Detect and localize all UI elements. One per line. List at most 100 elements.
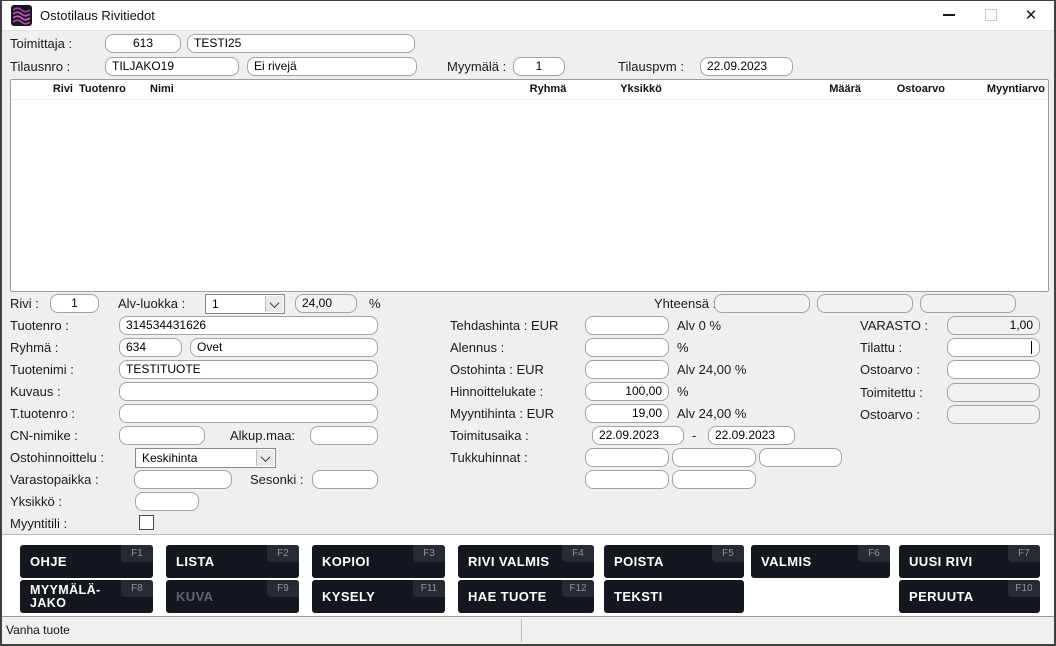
- status-bar-divider: [521, 619, 522, 642]
- sesonki-label: Sesonki :: [250, 470, 303, 489]
- title-bar: Ostotilaus Rivitiedot ✕: [2, 1, 1054, 31]
- tukkuhinta-field-4[interactable]: [585, 470, 669, 489]
- kuva-button: KUVA F9: [166, 580, 299, 613]
- varasto-field: 1,00: [947, 316, 1040, 335]
- kopioi-button[interactable]: KOPIOI F3: [312, 545, 445, 578]
- peruuta-fkey-badge: F10: [1008, 580, 1040, 597]
- tilauspvm-field[interactable]: 22.09.2023: [700, 57, 793, 76]
- yksikko-field[interactable]: [135, 492, 199, 511]
- lista-button[interactable]: LISTA F2: [166, 545, 299, 578]
- uusi-rivi-fkey-badge: F7: [1008, 545, 1040, 562]
- alennus-label: Alennus :: [450, 338, 504, 357]
- alennus-pct-sign: %: [677, 338, 689, 357]
- ostoarvo-tilattu-field[interactable]: [947, 360, 1040, 379]
- rivi-valmis-button-label: RIVI VALMIS: [468, 545, 549, 578]
- myyntihinta-label: Myyntihinta : EUR: [450, 404, 554, 423]
- minimize-button[interactable]: [928, 1, 970, 29]
- col-header-maara: Määrä: [799, 82, 861, 97]
- rivi-valmis-button[interactable]: RIVI VALMIS F4: [458, 545, 594, 578]
- toimittaja-name-field[interactable]: TESTI25: [187, 34, 415, 53]
- varasto-label: VARASTO :: [860, 316, 928, 335]
- tukkuhinta-field-5[interactable]: [672, 470, 756, 489]
- ostohinta-field[interactable]: [585, 360, 669, 379]
- myyntihinta-field[interactable]: 19,00: [585, 404, 669, 423]
- sesonki-field[interactable]: [312, 470, 378, 489]
- tilattu-field[interactable]: [947, 338, 1040, 357]
- tuotenimi-field[interactable]: TESTITUOTE: [119, 360, 378, 379]
- app-window: Ostotilaus Rivitiedot ✕ Toimittaja : 613…: [0, 0, 1056, 646]
- peruuta-button[interactable]: PERUUTA F10: [899, 580, 1040, 613]
- yhteensa-field-1: [714, 294, 810, 313]
- rivit-info-field[interactable]: Ei rivejä: [247, 57, 417, 76]
- t-tuotenro-label: T.tuotenro :: [10, 404, 75, 423]
- kopioi-fkey-badge: F3: [413, 545, 445, 562]
- ryhma-name-field[interactable]: Ovet: [190, 338, 378, 357]
- poista-fkey-badge: F5: [712, 545, 744, 562]
- myymalajako-button[interactable]: MYYMÄLÄ-JAKO F8: [20, 580, 153, 613]
- tehdashinta-label: Tehdashinta : EUR: [450, 316, 558, 335]
- cn-nimike-field[interactable]: [119, 426, 205, 445]
- myymala-label: Myymälä :: [447, 57, 506, 76]
- kysely-button-label: KYSELY: [322, 580, 375, 613]
- kysely-button[interactable]: KYSELY F11: [312, 580, 445, 613]
- tuotenro-field[interactable]: 314534431626: [119, 316, 378, 335]
- myymala-field[interactable]: 1: [513, 57, 565, 76]
- uusi-rivi-button[interactable]: UUSI RIVI F7: [899, 545, 1040, 578]
- poista-button[interactable]: POISTA F5: [604, 545, 744, 578]
- chevron-glyph: [270, 298, 280, 308]
- myymalajako-fkey-badge: F8: [121, 580, 153, 597]
- alennus-field[interactable]: [585, 338, 669, 357]
- toimittaja-code-field[interactable]: 613: [105, 34, 181, 53]
- ostoarvo-toimitettu-label: Ostoarvo :: [860, 405, 920, 424]
- ostohinnoittelu-select[interactable]: Keskihinta: [135, 448, 276, 468]
- myyntitili-checkbox[interactable]: [139, 515, 154, 530]
- col-header-nimi: Nimi: [150, 82, 174, 97]
- toimittaja-label: Toimittaja :: [10, 34, 72, 53]
- col-header-ostoarvo: Ostoarvo: [873, 82, 945, 97]
- t-tuotenro-field[interactable]: [119, 404, 378, 423]
- teksti-button-label: TEKSTI: [614, 580, 663, 613]
- close-icon: ✕: [1025, 8, 1038, 23]
- col-header-ryhma: Ryhmä: [513, 82, 583, 97]
- valmis-button[interactable]: VALMIS F6: [751, 545, 890, 578]
- alv-luokka-value: 1: [212, 297, 219, 311]
- kuva-fkey-badge: F9: [267, 580, 299, 597]
- hinnoittelukate-pct-sign: %: [677, 382, 689, 401]
- poista-button-label: POISTA: [614, 545, 664, 578]
- text-caret: [1031, 341, 1032, 354]
- lista-fkey-badge: F2: [267, 545, 299, 562]
- chevron-down-icon[interactable]: [265, 296, 283, 312]
- alv-luokka-select[interactable]: 1: [205, 294, 285, 314]
- toimitettu-label: Toimitettu :: [860, 383, 923, 402]
- tilausnro-field[interactable]: TILJAKO19: [105, 57, 239, 76]
- ostohinnoittelu-label: Ostohinnoittelu :: [10, 448, 104, 467]
- order-rows-table[interactable]: Rivi Tuotenro Nimi Ryhmä Yksikkö Määrä O…: [10, 79, 1049, 292]
- toimitusaika-start-field[interactable]: 22.09.2023: [592, 426, 684, 445]
- kuvaus-field[interactable]: [119, 382, 378, 401]
- cn-nimike-label: CN-nimike :: [10, 426, 78, 445]
- ryhma-code-field[interactable]: 634: [119, 338, 182, 357]
- varastopaikka-label: Varastopaikka :: [10, 470, 99, 489]
- tukkuhinta-field-2[interactable]: [672, 448, 756, 467]
- ohje-button[interactable]: OHJE F1: [20, 545, 153, 578]
- tehdashinta-field[interactable]: [585, 316, 669, 335]
- chevron-down-icon[interactable]: [256, 450, 274, 466]
- tukkuhinta-field-1[interactable]: [585, 448, 669, 467]
- alv-pct-field[interactable]: 24,00: [295, 294, 357, 313]
- toimitusaika-end-field[interactable]: 22.09.2023: [708, 426, 795, 445]
- varastopaikka-field[interactable]: [134, 470, 232, 489]
- myyntihinta-alv-suffix: Alv 24,00 %: [677, 404, 746, 423]
- alkup-maa-field[interactable]: [310, 426, 378, 445]
- close-button[interactable]: ✕: [1010, 1, 1052, 29]
- status-bar: Vanha tuote: [2, 616, 1054, 644]
- maximize-button: [970, 1, 1012, 29]
- tukkuhinta-field-3[interactable]: [759, 448, 842, 467]
- hinnoittelukate-field[interactable]: 100,00: [585, 382, 669, 401]
- hae-tuote-button[interactable]: HAE TUOTE F12: [458, 580, 594, 613]
- teksti-button[interactable]: TEKSTI: [604, 580, 744, 613]
- toimitettu-field: [947, 383, 1040, 402]
- rivi-field[interactable]: 1: [50, 294, 99, 313]
- valmis-fkey-badge: F6: [858, 545, 890, 562]
- yhteensa-field-2: [817, 294, 913, 313]
- kopioi-button-label: KOPIOI: [322, 545, 370, 578]
